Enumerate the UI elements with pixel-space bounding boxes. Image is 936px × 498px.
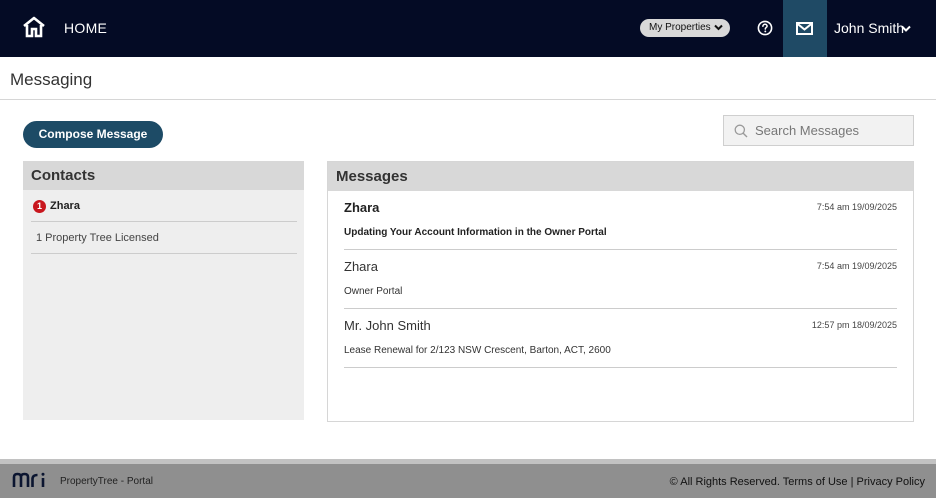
envelope-icon [796,22,813,35]
message-sender: Zhara [344,259,378,274]
copyright-text: © All Rights Reserved. [669,476,780,488]
chevron-down-icon [714,24,723,31]
chevron-down-icon[interactable] [901,25,911,32]
message-timestamp: 7:54 am 19/09/2025 [816,202,897,212]
contact-name: 1 Property Tree Licensed [36,232,159,244]
contact-item[interactable]: 1 Property Tree Licensed [31,222,297,254]
footer-brand: PropertyTree - Portal [60,476,153,487]
search-icon [734,124,748,138]
footer-links: © All Rights Reserved. Terms of Use | Pr… [670,476,925,488]
contact-item[interactable]: 1 Zhara [31,190,297,222]
messages-title: Messages [328,162,913,191]
home-icon[interactable] [22,16,46,38]
terms-of-use-link[interactable]: Terms of Use [783,476,848,488]
footer: PropertyTree - Portal © All Rights Reser… [0,459,936,498]
privacy-policy-link[interactable]: Privacy Policy [857,476,925,488]
messages-button[interactable] [783,0,827,57]
page-title: Messaging [10,70,93,89]
contacts-panel: Contacts 1 Zhara 1 Property Tree License… [23,161,304,420]
message-subject: Updating Your Account Information in the… [344,227,607,238]
contacts-title: Contacts [23,161,304,190]
user-menu[interactable]: John Smith [834,20,904,36]
message-item[interactable]: Mr. John Smith 12:57 pm 18/09/2025 Lease… [344,309,897,368]
message-subject: Lease Renewal for 2/123 NSW Crescent, Ba… [344,345,611,356]
page-header: Messaging [0,57,936,100]
footer-separator: | [850,476,854,488]
my-properties-label: My Properties [649,22,711,33]
message-timestamp: 12:57 pm 18/09/2025 [811,320,897,330]
help-circle-icon[interactable] [757,20,773,36]
message-subject: Owner Portal [344,286,403,297]
my-properties-dropdown[interactable]: My Properties [640,19,730,37]
message-item[interactable]: Zhara 7:54 am 19/09/2025 Updating Your A… [344,191,897,250]
search-box [723,115,914,146]
search-input[interactable] [755,116,910,145]
message-timestamp: 7:54 am 19/09/2025 [816,261,897,271]
message-sender: Mr. John Smith [344,318,431,333]
compose-message-button[interactable]: Compose Message [23,121,163,148]
unread-badge: 1 [33,200,46,213]
message-item[interactable]: Zhara 7:54 am 19/09/2025 Owner Portal [344,250,897,309]
messages-panel: Messages Zhara 7:54 am 19/09/2025 Updati… [327,161,914,422]
contact-name: Zhara [50,200,80,212]
top-navbar: HOME My Properties John Smith [0,0,936,57]
message-sender: Zhara [344,200,380,215]
mri-logo [12,472,45,487]
home-link[interactable]: HOME [64,20,107,36]
